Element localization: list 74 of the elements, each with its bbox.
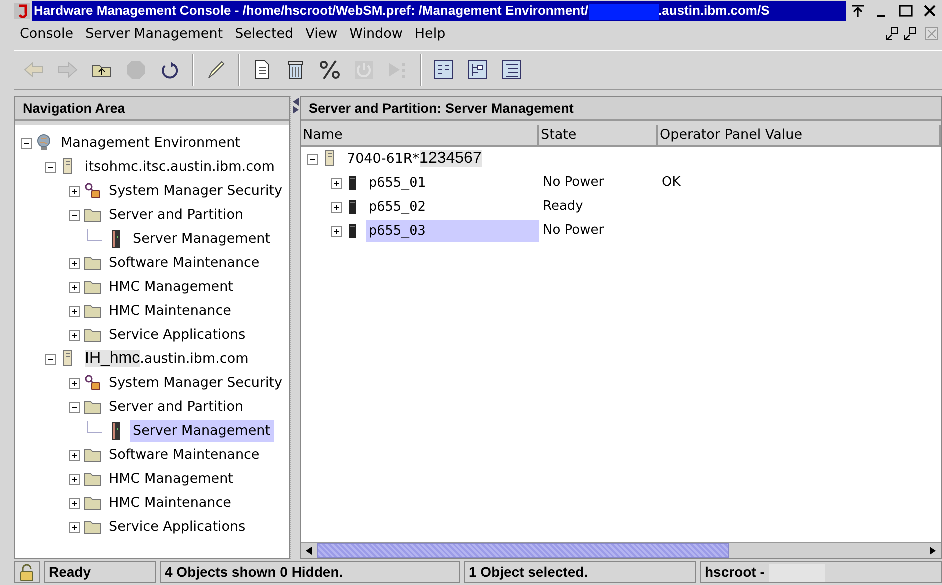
tree-item[interactable]: itsohmc.itsc.austin.ibm.com: [85, 158, 275, 175]
collapse-toggle[interactable]: [69, 210, 80, 220]
tree-item[interactable]: Service Applications: [106, 324, 249, 346]
tree-item[interactable]: Management Environment: [58, 132, 244, 154]
table-cell: No Power: [543, 175, 604, 190]
column-header[interactable]: Operator Panel Value: [658, 125, 941, 147]
menu-item[interactable]: Selected: [229, 24, 300, 44]
expand-toggle[interactable]: [69, 186, 80, 196]
lock-icon: [18, 564, 36, 582]
expand-toggle[interactable]: [69, 330, 80, 340]
table-cell: No Power: [543, 223, 604, 238]
window-title: Hardware Management Console - /home/hscroot/WebSM.pref: /Management Environment/ .austin.ibm.com/S: [32, 1, 846, 21]
menu-item[interactable]: View: [300, 24, 344, 44]
collapse-toggle[interactable]: [69, 402, 80, 412]
collapse-right-icon[interactable]: [292, 106, 300, 114]
expand-toggle[interactable]: [69, 258, 80, 268]
maximize-icon[interactable]: [898, 3, 914, 19]
tree-item[interactable]: HMC Management: [106, 276, 236, 298]
menu-item[interactable]: Console: [14, 24, 80, 44]
tree-item[interactable]: 7040-61R*: [347, 151, 420, 167]
tree-view-icon[interactable]: [466, 58, 490, 82]
details-view-icon[interactable]: [500, 58, 524, 82]
tree-item[interactable]: System Manager Security: [106, 372, 286, 394]
tree-item[interactable]: p655_02: [366, 196, 539, 218]
collapse-toggle[interactable]: [45, 354, 56, 364]
pin-icon[interactable]: [850, 3, 866, 19]
tree-item[interactable]: Software Maintenance: [106, 252, 263, 274]
scrollbar-thumb[interactable]: [317, 543, 729, 558]
tree-item[interactable]: Server Management: [130, 228, 274, 250]
panel-title: Navigation Area: [15, 97, 289, 121]
expand-toggle[interactable]: [331, 202, 342, 212]
table-cell: OK: [662, 175, 681, 190]
tree-item[interactable]: Server and Partition: [106, 396, 247, 418]
icon-view-icon[interactable]: [432, 58, 456, 82]
expand-toggle[interactable]: [331, 226, 342, 236]
tree-item[interactable]: HMC Maintenance: [106, 300, 234, 322]
expand-toggle[interactable]: [69, 498, 80, 508]
collapse-toggle[interactable]: [307, 154, 318, 164]
column-header[interactable]: State: [539, 125, 658, 147]
status-text: Ready: [44, 561, 156, 583]
app-logo-icon: [14, 3, 30, 19]
tree-item[interactable]: HMC Management: [106, 468, 236, 490]
close-icon[interactable]: [922, 3, 938, 19]
tree-item[interactable]: .austin.ibm.com: [140, 351, 249, 367]
status-text: hscroot -: [700, 561, 942, 583]
tree-item[interactable]: p655_01: [366, 172, 539, 194]
tree-item[interactable]: System Manager Security: [106, 180, 286, 202]
menu-item[interactable]: Help: [408, 24, 452, 44]
tree-item[interactable]: IH_hmc: [85, 350, 140, 367]
menu-item[interactable]: Server Management: [80, 24, 230, 44]
expand-toggle[interactable]: [69, 378, 80, 388]
expand-toggle[interactable]: [69, 306, 80, 316]
column-header[interactable]: Name: [301, 125, 539, 147]
expand-toggle[interactable]: [69, 522, 80, 532]
tree-item[interactable]: p655_03: [366, 220, 539, 242]
collapse-toggle[interactable]: [21, 138, 32, 148]
collapse-toggle[interactable]: [45, 162, 56, 172]
collapse-left-icon[interactable]: [292, 98, 300, 106]
tree-item[interactable]: Server Management: [130, 420, 274, 442]
status-text: 1 Object selected.: [464, 561, 696, 583]
expand-toggle[interactable]: [69, 450, 80, 460]
tree-item[interactable]: Service Applications: [106, 516, 249, 538]
menu-item[interactable]: Window: [344, 24, 409, 44]
panel-title: Server and Partition: Server Management: [301, 97, 941, 121]
table-cell: Ready: [543, 199, 584, 214]
expand-toggle[interactable]: [69, 282, 80, 292]
tree-item[interactable]: Server and Partition: [106, 204, 247, 226]
tree-item[interactable]: Software Maintenance: [106, 444, 263, 466]
percent-icon[interactable]: [318, 58, 342, 82]
tree-item[interactable]: HMC Maintenance: [106, 492, 234, 514]
expand-toggle[interactable]: [69, 474, 80, 484]
tree-item[interactable]: 1234567: [420, 150, 482, 167]
status-text: 4 Objects shown 0 Hidden.: [160, 561, 460, 583]
expand-toggle[interactable]: [331, 178, 342, 188]
